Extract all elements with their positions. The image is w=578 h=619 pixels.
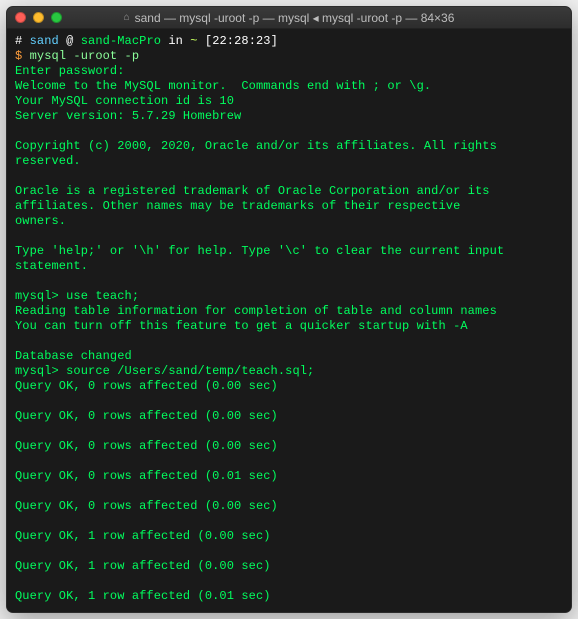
- terminal-body[interactable]: # sand @ sand-MacPro in ~ [22:28:23] $ m…: [7, 29, 571, 612]
- output-line: You can turn off this feature to get a q…: [15, 319, 563, 334]
- blank-line: [15, 229, 563, 244]
- prompt-in: in: [161, 34, 190, 48]
- window-controls: [15, 12, 62, 23]
- output-line: Query OK, 1 row affected (0.01 sec): [15, 589, 563, 604]
- prompt-line-2: $ mysql -uroot -p: [15, 49, 563, 64]
- output-line: Reading table information for completion…: [15, 304, 563, 319]
- output-line: Type 'help;' or '\h' for help. Type '\c'…: [15, 244, 563, 274]
- blank-line: [15, 169, 563, 184]
- close-button[interactable]: [15, 12, 26, 23]
- blank-line: [15, 484, 563, 499]
- output-line: Query OK, 0 rows affected (0.00 sec): [15, 439, 563, 454]
- prompt-hash: #: [15, 34, 30, 48]
- output-line: Query OK, 1 row affected (0.00 sec): [15, 559, 563, 574]
- output-line: Query OK, 1 row affected (0.00 sec): [15, 529, 563, 544]
- window-title-bar[interactable]: ⌂ sand — mysql -uroot -p — mysql ◂ mysql…: [7, 7, 571, 29]
- prompt-path: ~: [190, 34, 197, 48]
- blank-line: [15, 394, 563, 409]
- blank-line: [15, 124, 563, 139]
- output-line: Query OK, 0 rows affected (0.01 sec): [15, 469, 563, 484]
- mysql-prompt-line: mysql> source /Users/sand/temp/teach.sql…: [15, 364, 563, 379]
- output-line: Query OK, 0 rows affected (0.00 sec): [15, 379, 563, 394]
- prompt-time: [22:28:23]: [198, 34, 278, 48]
- blank-line: [15, 574, 563, 589]
- output-line: Oracle is a registered trademark of Orac…: [15, 184, 563, 199]
- output-line: Query OK, 0 rows affected (0.00 sec): [15, 409, 563, 424]
- minimize-button[interactable]: [33, 12, 44, 23]
- prompt-user: sand: [30, 34, 59, 48]
- output-line: Welcome to the MySQL monitor. Commands e…: [15, 79, 563, 94]
- zoom-button[interactable]: [51, 12, 62, 23]
- output-line: Query OK, 0 rows affected (0.00 sec): [15, 499, 563, 514]
- output-line: Enter password:: [15, 64, 563, 79]
- prompt-command: mysql -uroot -p: [30, 49, 140, 63]
- home-icon: ⌂: [124, 12, 130, 23]
- window-title-text: sand — mysql -uroot -p — mysql ◂ mysql -…: [135, 11, 455, 25]
- blank-line: [15, 544, 563, 559]
- window-title: ⌂ sand — mysql -uroot -p — mysql ◂ mysql…: [7, 7, 571, 28]
- blank-line: [15, 274, 563, 289]
- prompt-line-1: # sand @ sand-MacPro in ~ [22:28:23]: [15, 34, 563, 49]
- blank-line: [15, 334, 563, 349]
- blank-line: [15, 424, 563, 439]
- prompt-host: sand-MacPro: [81, 34, 161, 48]
- output-line: Database changed: [15, 349, 563, 364]
- mysql-prompt-line: mysql> use teach;: [15, 289, 563, 304]
- blank-line: [15, 454, 563, 469]
- output-line: affiliates. Other names may be trademark…: [15, 199, 563, 214]
- prompt-at: @: [59, 34, 81, 48]
- output-line: Server version: 5.7.29 Homebrew: [15, 109, 563, 124]
- output-line: owners.: [15, 214, 563, 229]
- prompt-dollar: $: [15, 49, 30, 63]
- blank-line: [15, 514, 563, 529]
- terminal-window: ⌂ sand — mysql -uroot -p — mysql ◂ mysql…: [6, 6, 572, 613]
- output-line: Copyright (c) 2000, 2020, Oracle and/or …: [15, 139, 563, 169]
- output-line: Your MySQL connection id is 10: [15, 94, 563, 109]
